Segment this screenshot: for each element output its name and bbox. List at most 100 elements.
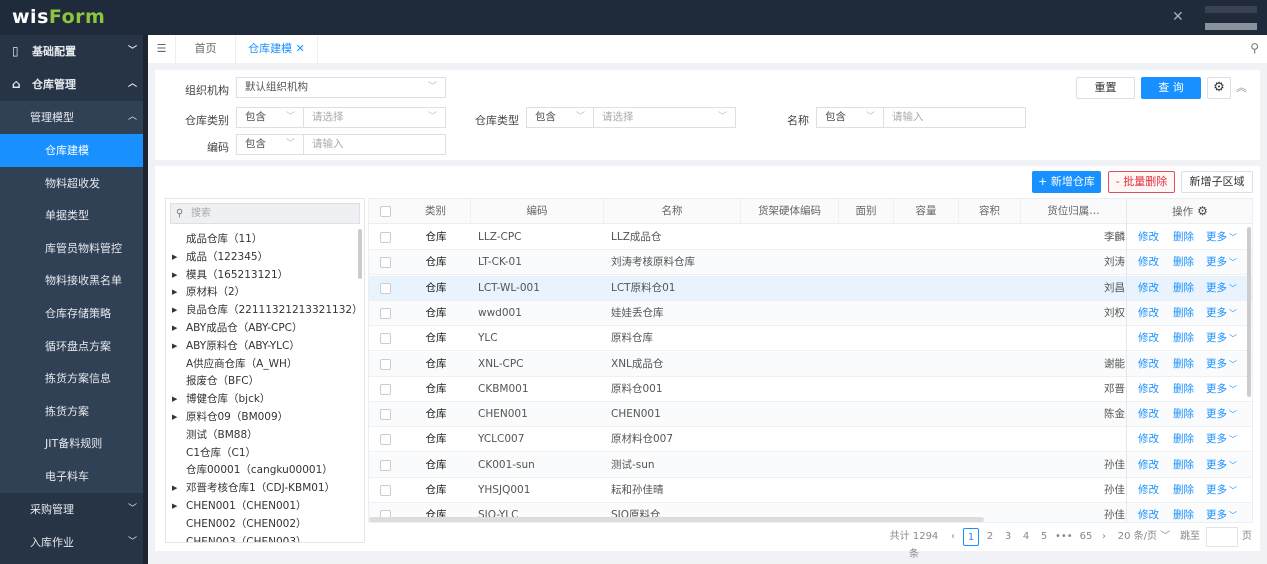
column-header[interactable]: 货架硬体编码: [741, 199, 839, 224]
row-checkbox[interactable]: [380, 485, 391, 496]
tree-node[interactable]: ▶ CHEN001（CHEN001）: [166, 497, 307, 515]
more-dropdown[interactable]: 更多 ﹀: [1206, 352, 1237, 377]
vertical-scrollbar[interactable]: [1247, 227, 1251, 397]
tree-node[interactable]: ▶ ABY成品仓（ABY-CPC）: [166, 319, 303, 337]
sidebar-item[interactable]: 拣货方案信息: [0, 362, 143, 396]
row-checkbox[interactable]: [380, 282, 391, 294]
tree-node[interactable]: ▶ 良品仓库（22111321213321132）: [166, 301, 363, 319]
row-checkbox[interactable]: [380, 409, 391, 421]
more-dropdown[interactable]: 更多 ﹀: [1206, 453, 1237, 478]
sidebar-group-inbound[interactable]: 入库作业 ﹀: [0, 526, 143, 559]
code-op-select[interactable]: 包含 ﹀: [236, 134, 304, 155]
delete-link[interactable]: 删除: [1173, 352, 1194, 377]
menu-collapse-icon[interactable]: ☰: [148, 35, 176, 63]
reset-button[interactable]: 重置: [1076, 77, 1135, 99]
edit-link[interactable]: 修改: [1138, 250, 1159, 275]
name-op-select[interactable]: 包含 ﹀: [816, 107, 884, 128]
tree-scrollbar[interactable]: [358, 229, 362, 279]
caret-right-icon[interactable]: ▶: [172, 248, 177, 266]
caret-right-icon[interactable]: ▶: [172, 497, 177, 515]
table-row[interactable]: 仓库 LT-CK-01 刘涛考核原料仓库 刘涛 修改 删除 更多 ﹀: [369, 250, 1252, 276]
search-icon[interactable]: ⚲: [1250, 41, 1259, 55]
edit-link[interactable]: 修改: [1138, 427, 1159, 452]
caret-right-icon[interactable]: ▶: [172, 390, 177, 408]
tree-node[interactable]: C1仓库（C1）: [166, 444, 256, 462]
delete-link[interactable]: 删除: [1173, 453, 1194, 478]
tree-node[interactable]: ▶ 原料仓09（BM009）: [166, 408, 288, 426]
prev-page-icon[interactable]: ‹: [947, 528, 959, 546]
edit-link[interactable]: 修改: [1138, 377, 1159, 402]
sidebar-item[interactable]: JIT备料规则: [0, 427, 143, 461]
caret-right-icon[interactable]: ▶: [172, 283, 177, 301]
page-button[interactable]: 3: [1000, 528, 1016, 546]
sidebar-sub-model[interactable]: 管理模型 ︿: [0, 101, 143, 134]
tools-icon[interactable]: ✕: [1172, 9, 1184, 25]
sidebar-item[interactable]: 仓库建模: [0, 134, 143, 167]
more-dropdown[interactable]: 更多 ﹀: [1206, 478, 1237, 503]
row-checkbox[interactable]: [380, 459, 391, 471]
warehouse-type-select[interactable]: 请选择 ﹀: [593, 107, 736, 128]
tree-node[interactable]: ▶ 原材料（2）: [166, 283, 245, 301]
page-button[interactable]: 65: [1078, 528, 1094, 546]
more-dropdown[interactable]: 更多 ﹀: [1206, 326, 1237, 351]
add-warehouse-button[interactable]: + 新增仓库: [1032, 171, 1101, 193]
tab-warehouse-modeling[interactable]: 仓库建模 ✕: [236, 35, 318, 63]
batch-delete-button[interactable]: - 批量删除: [1108, 171, 1175, 193]
sidebar-item[interactable]: 物料接收黑名单: [0, 264, 143, 298]
tree-node[interactable]: 测试（BM88）: [166, 426, 258, 444]
edit-link[interactable]: 修改: [1138, 301, 1159, 326]
column-header[interactable]: 名称: [604, 199, 741, 224]
column-header[interactable]: 容积: [959, 199, 1021, 224]
delete-link[interactable]: 删除: [1173, 250, 1194, 275]
more-dropdown[interactable]: 更多 ﹀: [1206, 402, 1237, 427]
warehouse-type-op-select[interactable]: 包含 ﹀: [526, 107, 594, 128]
user-avatar[interactable]: [1205, 6, 1257, 30]
table-row[interactable]: 仓库 CKBM001 原料仓001 邓晋 修改 删除 更多 ﹀: [369, 377, 1252, 402]
caret-right-icon[interactable]: ▶: [172, 266, 177, 284]
sidebar-group-basic-config[interactable]: ▯ 基础配置 ﹀: [0, 35, 143, 68]
horizontal-scrollbar[interactable]: [369, 517, 984, 522]
next-page-icon[interactable]: ›: [1098, 528, 1110, 546]
caret-right-icon[interactable]: ▶: [172, 337, 177, 355]
tree-node[interactable]: 报废仓（BFC）: [166, 372, 259, 390]
sidebar-item[interactable]: 拣货方案: [0, 394, 143, 428]
edit-link[interactable]: 修改: [1138, 453, 1159, 478]
tree-node[interactable]: A供应商仓库（A_WH）: [166, 355, 297, 373]
query-button[interactable]: 查 询: [1141, 77, 1201, 99]
delete-link[interactable]: 删除: [1173, 276, 1194, 301]
delete-link[interactable]: 删除: [1173, 478, 1194, 503]
jump-page-input[interactable]: [1206, 527, 1238, 547]
table-row[interactable]: 仓库 YCLC007 原材料仓007 修改 删除 更多 ﹀: [369, 427, 1252, 453]
page-button[interactable]: 5: [1036, 528, 1052, 546]
collapse-up-icon[interactable]: ︽: [1236, 79, 1247, 95]
delete-link[interactable]: 删除: [1173, 402, 1194, 427]
delete-link[interactable]: 删除: [1173, 503, 1194, 522]
page-button[interactable]: 1: [963, 528, 979, 546]
tree-node[interactable]: 成品仓库（11）: [166, 230, 262, 248]
header-select-all[interactable]: [369, 199, 401, 224]
delete-link[interactable]: 删除: [1173, 377, 1194, 402]
add-subarea-button[interactable]: 新增子区域: [1181, 171, 1253, 193]
table-row[interactable]: 仓库 CK001-sun 测试-sun 孙佳 修改 删除 更多 ﹀: [369, 452, 1252, 478]
sidebar-item[interactable]: 循环盘点方案: [0, 329, 143, 363]
table-row[interactable]: 仓库 YLC 原料仓库 修改 删除 更多 ﹀: [369, 326, 1252, 352]
row-checkbox[interactable]: [380, 257, 391, 269]
page-button[interactable]: 2: [982, 528, 998, 546]
column-settings-gear-icon[interactable]: ⚙: [1197, 204, 1208, 218]
page-button[interactable]: 4: [1018, 528, 1034, 546]
delete-link[interactable]: 删除: [1173, 301, 1194, 326]
settings-gear-icon[interactable]: ⚙: [1207, 77, 1231, 99]
category-select[interactable]: 请选择 ﹀: [303, 107, 446, 128]
tree-node[interactable]: CHEN002（CHEN002）: [166, 515, 307, 533]
row-checkbox[interactable]: [380, 383, 391, 395]
tree-search-input[interactable]: ⚲ 搜索: [170, 203, 360, 224]
more-dropdown[interactable]: 更多 ﹀: [1206, 250, 1237, 275]
tree-node[interactable]: ▶ 博健仓库（bjck）: [166, 390, 270, 408]
row-checkbox[interactable]: [380, 333, 391, 345]
more-dropdown[interactable]: 更多 ﹀: [1206, 377, 1237, 402]
caret-right-icon[interactable]: ▶: [172, 319, 177, 337]
table-row[interactable]: 仓库 XNL-CPC XNL成品仓 谢能 修改 删除 更多 ﹀: [369, 351, 1252, 377]
close-icon[interactable]: ✕: [296, 42, 305, 55]
more-dropdown[interactable]: 更多 ﹀: [1206, 503, 1237, 522]
edit-link[interactable]: 修改: [1138, 352, 1159, 377]
